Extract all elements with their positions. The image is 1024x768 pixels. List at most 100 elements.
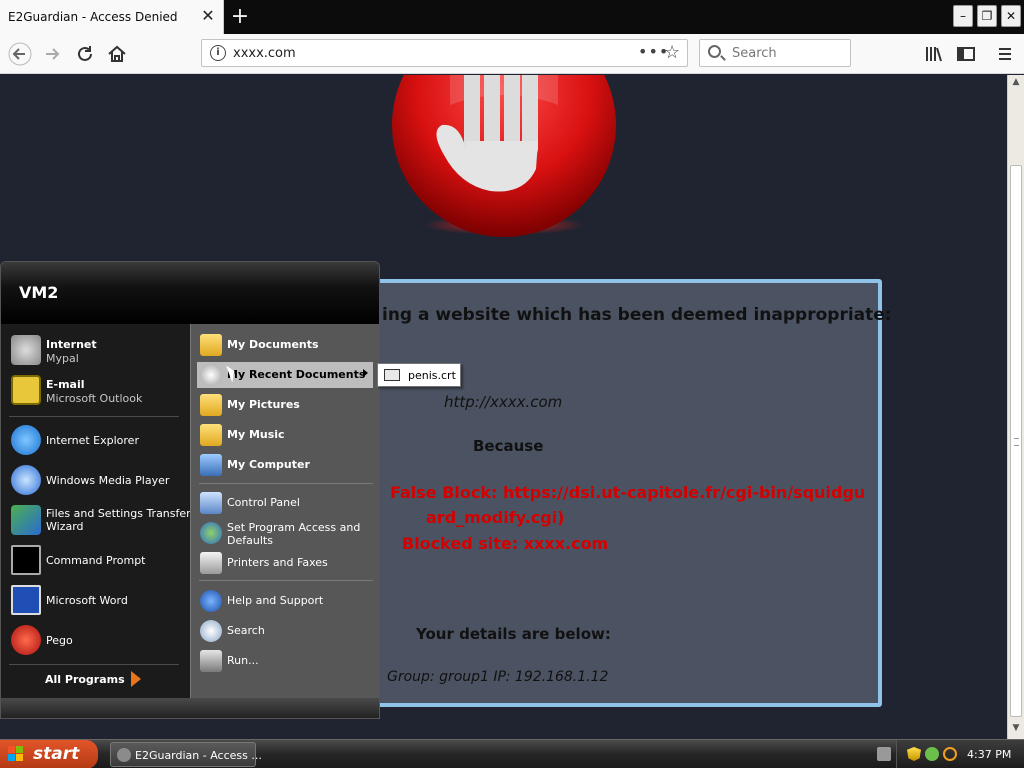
restore-button[interactable]: ❐	[977, 5, 997, 27]
search-magnifier-icon	[200, 620, 222, 642]
submenu-arrow-icon	[363, 369, 368, 377]
place-label: My Documents	[227, 338, 319, 351]
place-label-line2: Defaults	[227, 534, 273, 547]
start-button[interactable]: start	[0, 740, 98, 768]
start-menu-header: VM2	[1, 262, 379, 324]
program-label: Files and Settings Transfer	[46, 507, 191, 520]
my-pictures[interactable]: My Pictures	[197, 392, 373, 418]
arrow-right-icon	[131, 671, 141, 687]
group-ip-info: Group: group1 IP: 192.168.1.12	[387, 669, 609, 685]
window-close-button[interactable]: ✕	[1001, 5, 1021, 27]
recent-windows-media-player[interactable]: Windows Media Player	[7, 462, 185, 500]
my-recent-documents[interactable]: My Recent Documents	[197, 362, 373, 388]
block-reason-line2[interactable]: ard_modify.cgi)	[426, 508, 564, 527]
url-bar[interactable]: i xxxx.com ••• ☆	[201, 39, 688, 67]
start-menu-footer	[1, 698, 379, 718]
url-text[interactable]: xxxx.com	[233, 46, 296, 61]
place-label: Search	[227, 624, 265, 637]
recent-microsoft-word[interactable]: Microsoft Word	[7, 582, 185, 620]
forward-icon[interactable]	[40, 42, 64, 66]
navigation-toolbar: i xxxx.com ••• ☆ Search	[0, 34, 1024, 74]
windows-logo-icon	[8, 746, 23, 761]
home-icon[interactable]	[105, 42, 129, 66]
clock: 4:37 PM	[967, 748, 1012, 761]
help-and-support[interactable]: Help and Support	[197, 588, 373, 614]
recent-pego[interactable]: Pego	[7, 622, 185, 660]
site-info-icon[interactable]: i	[210, 45, 226, 61]
scroll-grip	[1014, 438, 1019, 446]
pinned-subtitle: Microsoft Outlook	[46, 392, 143, 405]
place-label: Run...	[227, 654, 259, 667]
search-icon	[708, 45, 721, 58]
pego-icon	[11, 625, 41, 655]
program-access-icon	[200, 522, 222, 544]
my-music[interactable]: My Music	[197, 422, 373, 448]
details-label: Your details are below:	[416, 625, 611, 643]
my-computer[interactable]: My Computer	[197, 452, 373, 478]
because-label: Because	[473, 437, 544, 455]
folder-pictures-icon	[200, 394, 222, 416]
tab-e2guardian[interactable]: E2Guardian - Access Denied ✕	[0, 0, 224, 34]
internet-explorer-icon	[11, 425, 41, 455]
recent-documents-submenu: penis.crt	[377, 363, 461, 387]
computer-icon	[200, 454, 222, 476]
menu-icon[interactable]	[993, 42, 1017, 66]
minimize-button[interactable]: –	[953, 5, 973, 27]
pinned-subtitle: Mypal	[46, 352, 79, 365]
menu-separator	[199, 580, 373, 581]
menu-separator	[9, 664, 179, 665]
folder-documents-icon	[200, 334, 222, 356]
program-label: Windows Media Player	[46, 474, 170, 487]
start-label: start	[33, 744, 80, 764]
menu-separator	[9, 416, 179, 417]
pinned-email[interactable]: E-mail Microsoft Outlook	[7, 372, 185, 410]
recent-internet-explorer[interactable]: Internet Explorer	[7, 422, 185, 460]
run[interactable]: Run...	[197, 648, 373, 674]
all-programs-button[interactable]: All Programs	[45, 673, 125, 686]
search-input[interactable]: Search	[732, 46, 777, 61]
transfer-wizard-icon	[11, 505, 41, 535]
place-label: Help and Support	[227, 594, 324, 607]
place-label: Set Program Access and	[227, 521, 361, 534]
control-panel[interactable]: Control Panel	[197, 490, 373, 516]
reload-icon[interactable]	[73, 42, 97, 66]
taskbar-item-label: E2Guardian - Access ...	[135, 749, 262, 762]
recent-transfer-wizard[interactable]: Files and Settings Transfer Wizard	[7, 502, 191, 540]
keyboard-icon[interactable]	[877, 747, 891, 761]
start-menu-programs: Internet Mypal E-mail Microsoft Outlook …	[1, 324, 191, 698]
printers-and-faxes[interactable]: Printers and Faxes	[197, 550, 373, 576]
program-label: Microsoft Word	[46, 594, 128, 607]
tray-search-icon[interactable]	[943, 747, 957, 761]
run-icon	[200, 650, 222, 672]
network-icon[interactable]	[925, 747, 939, 761]
library-icon[interactable]	[922, 42, 946, 66]
search-bar[interactable]: Search	[699, 39, 851, 67]
place-label: My Computer	[227, 458, 310, 471]
block-reason-line1[interactable]: False Block: https://dsi.ut-capitole.fr/…	[390, 483, 865, 502]
back-icon[interactable]	[8, 42, 32, 66]
command-prompt-icon	[11, 545, 41, 575]
taskbar-item-e2guardian[interactable]: E2Guardian - Access ...	[110, 742, 262, 767]
scroll-up-arrow-icon[interactable]: ▲	[1010, 77, 1022, 87]
recent-file-item[interactable]: penis.crt	[408, 369, 456, 382]
scroll-thumb[interactable]	[1010, 165, 1022, 717]
start-menu-places: My Documents My Recent Documents My Pict…	[190, 324, 379, 698]
recent-command-prompt[interactable]: Command Prompt	[7, 542, 185, 580]
tab-close-icon[interactable]: ✕	[198, 6, 218, 25]
page-scrollbar[interactable]: ▲ ▼	[1007, 75, 1024, 739]
search[interactable]: Search	[197, 618, 373, 644]
pinned-internet[interactable]: Internet Mypal	[7, 332, 185, 370]
set-program-access[interactable]: Set Program Access and Defaults	[197, 520, 373, 550]
blocked-site-line: Blocked site: xxxx.com	[402, 534, 609, 553]
bookmark-star-icon[interactable]: ☆	[664, 42, 680, 63]
security-shield-icon[interactable]	[907, 747, 921, 761]
pinned-title: Internet	[46, 338, 97, 351]
new-tab-button[interactable]: +	[230, 4, 250, 29]
sidebar-icon[interactable]	[954, 42, 978, 66]
scroll-down-arrow-icon[interactable]: ▼	[1010, 723, 1022, 733]
my-documents[interactable]: My Documents	[197, 332, 373, 358]
folder-music-icon	[200, 424, 222, 446]
control-panel-icon	[200, 492, 222, 514]
taskbar: start E2Guardian - Access ... 4:37 PM	[0, 739, 1024, 768]
program-label: Internet Explorer	[46, 434, 139, 447]
